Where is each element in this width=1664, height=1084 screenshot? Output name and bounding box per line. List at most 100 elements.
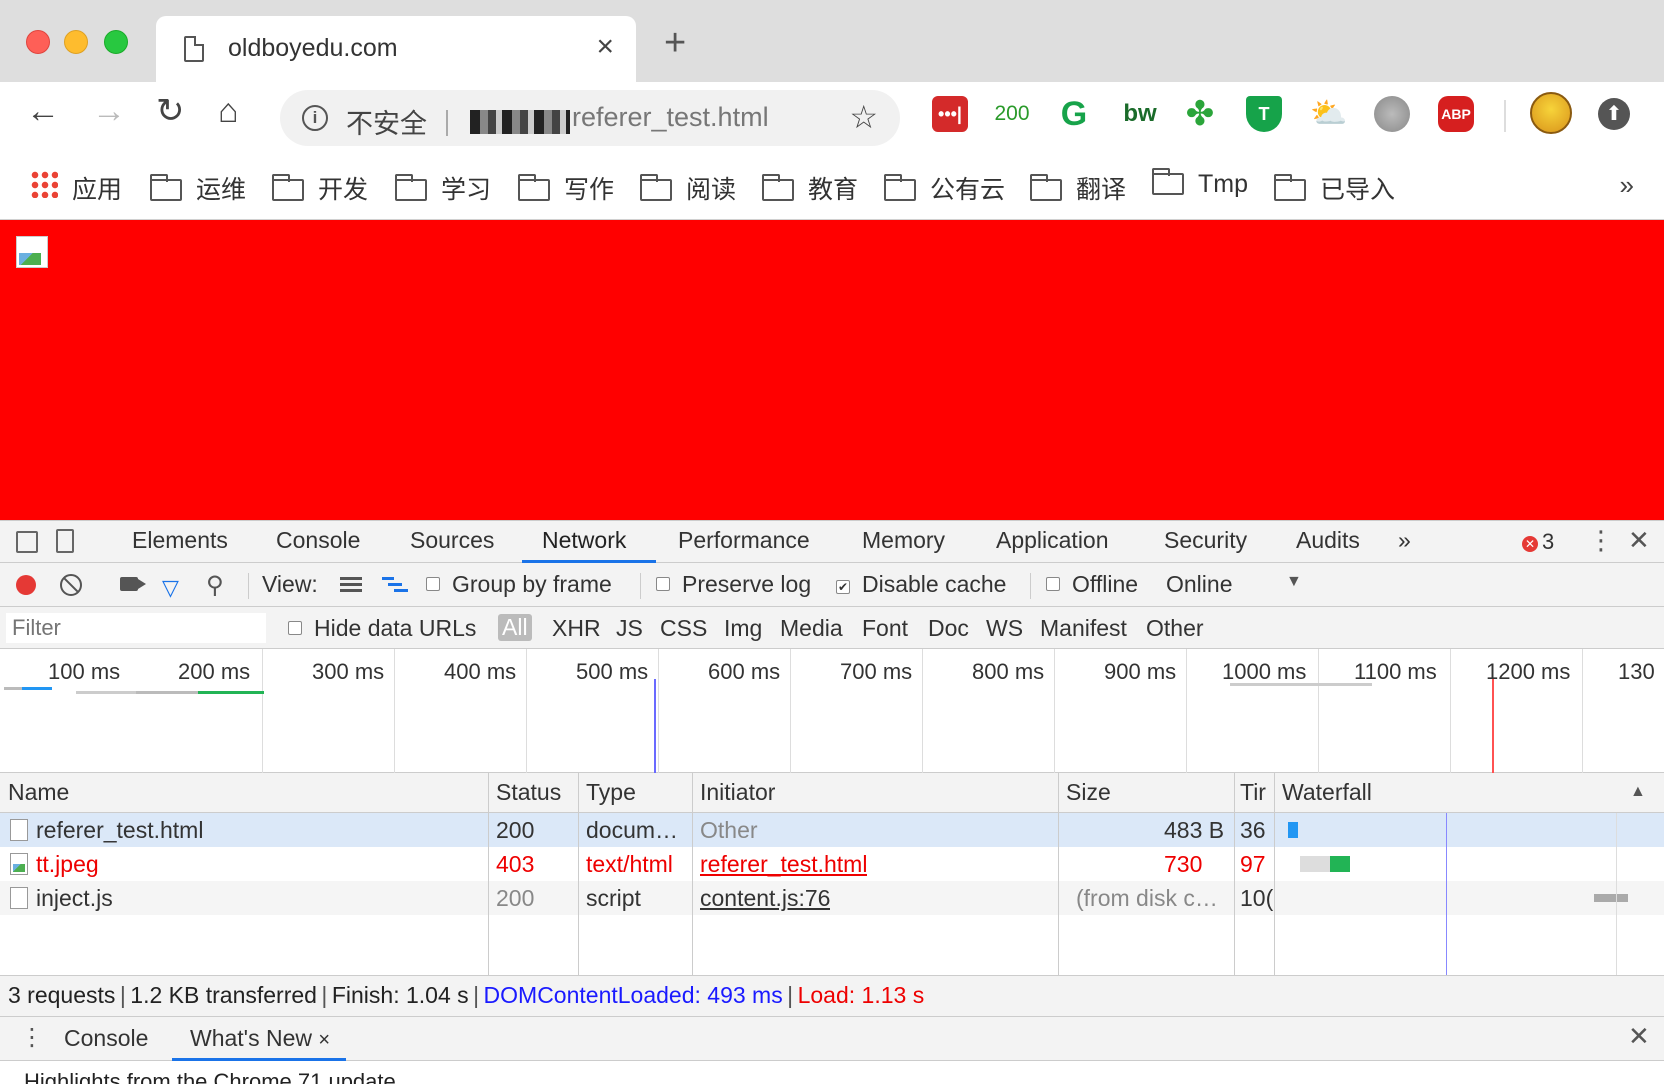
- forward-button[interactable]: →: [92, 94, 126, 128]
- ext-abp-icon[interactable]: ABP: [1438, 96, 1474, 132]
- drawer-menu-icon[interactable]: ⋮: [20, 1023, 44, 1052]
- waterfall-bar: [1330, 856, 1350, 872]
- chevron-down-icon[interactable]: ▼: [1286, 573, 1302, 591]
- bookmark-folder-3[interactable]: 写作: [518, 170, 614, 206]
- avatar[interactable]: [1530, 92, 1572, 134]
- zoom-window-button[interactable]: [104, 30, 128, 54]
- device-toolbar-icon[interactable]: [56, 529, 74, 553]
- col-type[interactable]: Type: [586, 779, 636, 806]
- ext-clover-icon[interactable]: ✤: [1182, 96, 1218, 132]
- tab-console[interactable]: Console: [276, 527, 360, 554]
- close-tab-icon[interactable]: ×: [318, 1029, 330, 1051]
- bookmark-folder-9[interactable]: 已导入: [1274, 170, 1395, 206]
- tab-elements[interactable]: Elements: [132, 527, 228, 554]
- bookmark-star-icon[interactable]: ☆: [849, 98, 878, 136]
- ext-bw-icon[interactable]: bw: [1118, 96, 1162, 132]
- bookmark-folder-1[interactable]: 开发: [272, 170, 368, 206]
- col-time[interactable]: Tir: [1240, 779, 1270, 806]
- col-size[interactable]: Size: [1066, 779, 1111, 806]
- bookmark-folder-5[interactable]: 教育: [762, 170, 858, 206]
- capture-screenshots-icon[interactable]: [120, 577, 146, 591]
- tab-sources[interactable]: Sources: [410, 527, 494, 554]
- devtools-menu-icon[interactable]: ⋮: [1588, 525, 1614, 556]
- request-initiator-link[interactable]: referer_test.html: [700, 851, 867, 878]
- tab-performance[interactable]: Performance: [678, 527, 810, 554]
- error-count-badge[interactable]: ✕ 3: [1522, 529, 1554, 555]
- ext-dots-icon[interactable]: •••|: [932, 96, 968, 132]
- ext-g-icon[interactable]: G: [1056, 96, 1092, 132]
- close-window-button[interactable]: [26, 30, 50, 54]
- new-tab-button[interactable]: +: [664, 24, 686, 62]
- drawer-tab-whats-new[interactable]: What's New ×: [190, 1025, 330, 1052]
- browser-tab[interactable]: oldboyedu.com ×: [156, 16, 636, 82]
- ext-globe-icon[interactable]: [1374, 96, 1410, 132]
- bookmark-folder-8[interactable]: Tmp: [1152, 168, 1248, 199]
- type-filter-css[interactable]: CSS: [660, 615, 707, 642]
- update-icon[interactable]: ⬆: [1598, 98, 1630, 130]
- address-bar[interactable]: i 不安全 referer_test.html ☆: [280, 90, 900, 146]
- col-name[interactable]: Name: [8, 779, 69, 806]
- col-initiator[interactable]: Initiator: [700, 779, 775, 806]
- type-filter-doc[interactable]: Doc: [928, 615, 969, 642]
- network-overview[interactable]: 100 ms 200 ms 300 ms 400 ms 500 ms 600 m…: [0, 649, 1664, 773]
- disable-cache-checkbox[interactable]: ✔ Disable cache: [836, 571, 1006, 598]
- type-filter-font[interactable]: Font: [862, 615, 908, 642]
- search-icon[interactable]: ⚲: [206, 571, 224, 600]
- tab-memory[interactable]: Memory: [862, 527, 945, 554]
- security-label[interactable]: 不安全: [346, 102, 427, 141]
- type-filter-ws[interactable]: WS: [986, 615, 1023, 642]
- inspect-element-icon[interactable]: [16, 531, 38, 553]
- apps-grid-icon[interactable]: [30, 170, 58, 198]
- overview-icon[interactable]: [382, 577, 408, 593]
- reload-button[interactable]: ↻: [156, 94, 185, 128]
- preserve-log-checkbox[interactable]: Preserve log: [656, 571, 811, 598]
- table-row[interactable]: referer_test.html 200 docum… Other 483 B…: [0, 813, 1664, 847]
- ext-cloud-icon[interactable]: ⛅: [1310, 96, 1347, 132]
- type-filter-media[interactable]: Media: [780, 615, 843, 642]
- bookmark-apps[interactable]: 应用: [72, 170, 122, 206]
- tab-audits[interactable]: Audits: [1296, 527, 1360, 554]
- ext-200-icon[interactable]: 200: [990, 96, 1034, 132]
- tab-security[interactable]: Security: [1164, 527, 1247, 554]
- record-button[interactable]: [16, 575, 36, 595]
- type-filter-js[interactable]: JS: [616, 615, 643, 642]
- throttling-select[interactable]: Online: [1166, 571, 1232, 598]
- type-filter-xhr[interactable]: XHR: [552, 615, 601, 642]
- devtools-close-icon[interactable]: ✕: [1628, 525, 1650, 556]
- filter-icon[interactable]: ▽: [162, 575, 179, 601]
- filter-input[interactable]: [6, 613, 266, 643]
- minimize-window-button[interactable]: [64, 30, 88, 54]
- back-button[interactable]: ←: [26, 94, 60, 128]
- info-icon[interactable]: i: [302, 105, 328, 131]
- url-text[interactable]: referer_test.html: [572, 102, 769, 133]
- bookmark-folder-4[interactable]: 阅读: [640, 170, 736, 206]
- col-status[interactable]: Status: [496, 779, 561, 806]
- group-by-frame-checkbox[interactable]: Group by frame: [426, 571, 612, 598]
- home-button[interactable]: ⌂: [218, 94, 239, 128]
- type-filter-img[interactable]: Img: [724, 615, 762, 642]
- type-filter-all[interactable]: All: [498, 614, 532, 641]
- clear-button[interactable]: [60, 574, 82, 596]
- type-filter-other[interactable]: Other: [1146, 615, 1204, 642]
- sort-arrow-icon[interactable]: ▲: [1630, 783, 1646, 801]
- request-initiator-link[interactable]: content.js:76: [700, 885, 830, 912]
- bookmarks-more-button[interactable]: »: [1620, 170, 1634, 201]
- bookmark-folder-0[interactable]: 运维: [150, 170, 246, 206]
- bookmark-folder-6[interactable]: 公有云: [884, 170, 1005, 206]
- bookmark-folder-2[interactable]: 学习: [395, 170, 491, 206]
- more-tabs-button[interactable]: »: [1398, 527, 1411, 554]
- tab-application[interactable]: Application: [996, 527, 1109, 554]
- drawer-close-icon[interactable]: ✕: [1628, 1021, 1650, 1052]
- tab-close-icon[interactable]: ×: [596, 30, 614, 64]
- hide-data-urls-checkbox[interactable]: Hide data URLs: [288, 615, 476, 642]
- bookmark-folder-7[interactable]: 翻译: [1030, 170, 1126, 206]
- large-rows-icon[interactable]: [340, 577, 362, 593]
- table-row[interactable]: tt.jpeg 403 text/html referer_test.html …: [0, 847, 1664, 881]
- ext-shield-icon[interactable]: T: [1246, 96, 1282, 132]
- table-row[interactable]: inject.js 200 script content.js:76 (from…: [0, 881, 1664, 915]
- offline-checkbox[interactable]: Offline: [1046, 571, 1138, 598]
- col-waterfall[interactable]: Waterfall: [1282, 779, 1372, 806]
- drawer-tab-console[interactable]: Console: [64, 1025, 148, 1052]
- type-filter-manifest[interactable]: Manifest: [1040, 615, 1127, 642]
- tab-network[interactable]: Network: [542, 527, 626, 554]
